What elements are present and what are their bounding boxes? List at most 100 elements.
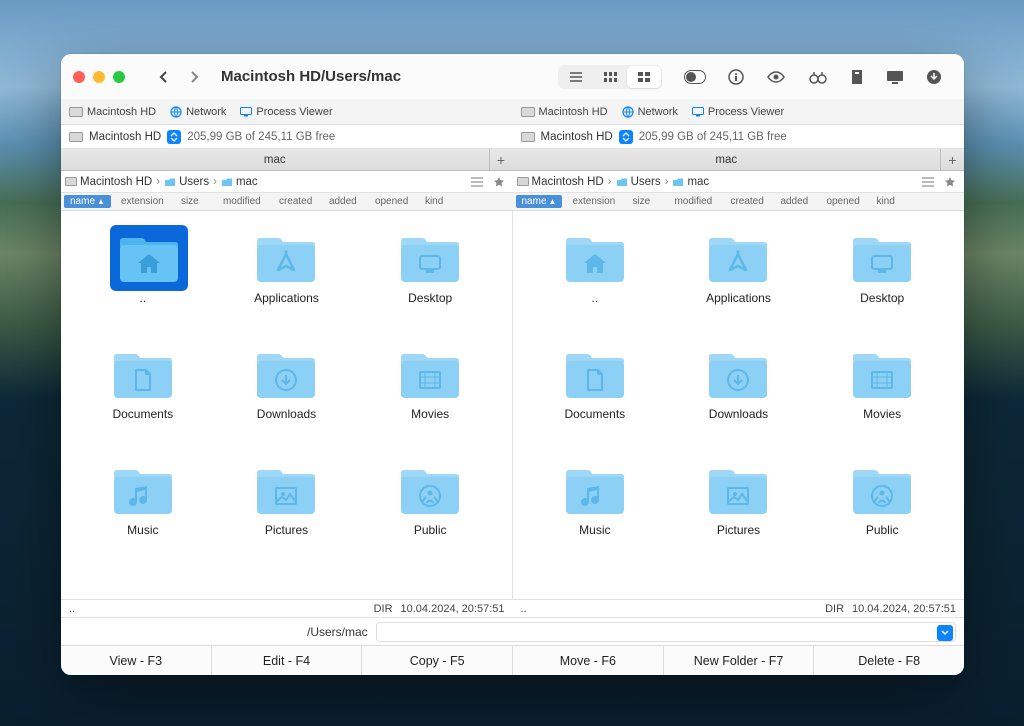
folder-item-documents[interactable]: Documents bbox=[523, 343, 667, 459]
folder-icon bbox=[253, 463, 319, 517]
folder-item-desktop[interactable]: Desktop bbox=[358, 227, 502, 343]
list-icon[interactable] bbox=[467, 177, 487, 187]
column-headers-left: name▲ extension size modified created ad… bbox=[61, 193, 513, 210]
folder-item-downloads[interactable]: Downloads bbox=[215, 343, 359, 459]
breadcrumb-left: Macintosh HD› Users› mac bbox=[61, 171, 513, 192]
folder-item-music[interactable]: Music bbox=[523, 459, 667, 575]
move-button[interactable]: Move - F6 bbox=[513, 646, 664, 675]
breadcrumb-item[interactable]: Users bbox=[616, 176, 661, 188]
folder-item-[interactable]: .. bbox=[523, 227, 667, 343]
folder-item-[interactable]: .. bbox=[71, 227, 215, 343]
col-extension[interactable]: extension bbox=[562, 196, 622, 207]
folder-icon bbox=[849, 463, 915, 517]
col-opened[interactable]: opened bbox=[365, 196, 415, 207]
binoculars-icon[interactable] bbox=[808, 70, 828, 84]
back-button[interactable] bbox=[151, 65, 175, 89]
path-input[interactable] bbox=[376, 622, 956, 642]
fav-network[interactable]: Network bbox=[170, 106, 226, 118]
list-icon[interactable] bbox=[918, 177, 938, 187]
volume-selector-icon[interactable] bbox=[619, 130, 633, 144]
breadcrumb-item[interactable]: Users bbox=[164, 176, 209, 188]
status-right: ..DIR10.04.2024, 20:57:51 bbox=[513, 600, 965, 617]
folder-item-public[interactable]: Public bbox=[358, 459, 502, 575]
view-mode-toggles bbox=[558, 65, 662, 89]
tab-left[interactable]: mac+ bbox=[61, 149, 513, 170]
breadcrumb-item[interactable]: Macintosh HD bbox=[65, 176, 152, 188]
folder-item-pictures[interactable]: Pictures bbox=[215, 459, 359, 575]
info-icon[interactable] bbox=[728, 69, 744, 85]
minimize-button[interactable] bbox=[93, 71, 105, 83]
list-view-button[interactable] bbox=[559, 66, 593, 88]
add-tab-button[interactable]: + bbox=[940, 149, 964, 170]
star-icon[interactable] bbox=[940, 176, 960, 188]
column-view-button[interactable] bbox=[593, 66, 627, 88]
col-created[interactable]: created bbox=[720, 196, 770, 207]
folder-item-documents[interactable]: Documents bbox=[71, 343, 215, 459]
add-tab-button[interactable]: + bbox=[489, 149, 513, 170]
folder-item-pictures[interactable]: Pictures bbox=[667, 459, 811, 575]
col-modified[interactable]: modified bbox=[213, 196, 269, 207]
volume-selector-icon[interactable] bbox=[167, 130, 181, 144]
fav-macintosh-hd[interactable]: Macintosh HD bbox=[69, 106, 156, 118]
free-space: 205,99 GB of 245,11 GB free bbox=[187, 131, 335, 143]
close-button[interactable] bbox=[73, 71, 85, 83]
folder-item-movies[interactable]: Movies bbox=[358, 343, 502, 459]
col-size[interactable]: size bbox=[171, 196, 213, 207]
toggle-switch-icon[interactable] bbox=[684, 70, 706, 84]
folder-item-public[interactable]: Public bbox=[810, 459, 954, 575]
col-kind[interactable]: kind bbox=[415, 196, 451, 207]
folder-item-movies[interactable]: Movies bbox=[810, 343, 954, 459]
col-kind[interactable]: kind bbox=[866, 196, 902, 207]
col-name[interactable]: name▲ bbox=[64, 195, 111, 208]
fav-process-viewer[interactable]: Process Viewer bbox=[240, 106, 332, 118]
path-dropdown-icon[interactable] bbox=[937, 625, 953, 641]
col-extension[interactable]: extension bbox=[111, 196, 171, 207]
col-added[interactable]: added bbox=[319, 196, 365, 207]
breadcrumb-item[interactable]: mac bbox=[672, 176, 709, 188]
volume-left[interactable]: Macintosh HD 205,99 GB of 245,11 GB free bbox=[61, 125, 513, 148]
col-modified[interactable]: modified bbox=[664, 196, 720, 207]
volume-right[interactable]: Macintosh HD 205,99 GB of 245,11 GB free bbox=[513, 125, 965, 148]
folder-item-desktop[interactable]: Desktop bbox=[810, 227, 954, 343]
breadcrumb-item[interactable]: Macintosh HD bbox=[517, 176, 604, 188]
hd-icon bbox=[69, 107, 83, 117]
col-opened[interactable]: opened bbox=[816, 196, 866, 207]
folder-item-applications[interactable]: Applications bbox=[215, 227, 359, 343]
fav-network[interactable]: Network bbox=[622, 106, 678, 118]
folder-icon bbox=[253, 231, 319, 285]
download-icon[interactable] bbox=[926, 69, 942, 85]
folder-item-music[interactable]: Music bbox=[71, 459, 215, 575]
icon-view-button[interactable] bbox=[627, 66, 661, 88]
forward-button[interactable] bbox=[183, 65, 207, 89]
view-button[interactable]: View - F3 bbox=[61, 646, 212, 675]
edit-button[interactable]: Edit - F4 bbox=[212, 646, 363, 675]
globe-icon bbox=[170, 106, 182, 118]
star-icon[interactable] bbox=[489, 176, 509, 188]
eye-icon[interactable] bbox=[766, 70, 786, 84]
folder-icon bbox=[397, 463, 463, 517]
new-folder-button[interactable]: New Folder - F7 bbox=[664, 646, 815, 675]
folder-item-downloads[interactable]: Downloads bbox=[667, 343, 811, 459]
maximize-button[interactable] bbox=[113, 71, 125, 83]
file-grid-right: .. Applications Desktop Documents Downlo… bbox=[523, 227, 954, 593]
tab-label: mac bbox=[513, 154, 941, 166]
tab-right[interactable]: mac+ bbox=[513, 149, 965, 170]
file-manager-window: Macintosh HD/Users/mac Macintosh HD Netw… bbox=[61, 54, 964, 675]
globe-icon bbox=[622, 106, 634, 118]
col-name[interactable]: name▲ bbox=[516, 195, 563, 208]
breadcrumb-right: Macintosh HD› Users› mac bbox=[513, 171, 965, 192]
fav-process-viewer[interactable]: Process Viewer bbox=[692, 106, 784, 118]
col-added[interactable]: added bbox=[770, 196, 816, 207]
breadcrumb-item[interactable]: mac bbox=[221, 176, 258, 188]
folder-icon bbox=[253, 347, 319, 401]
path-bar: /Users/mac bbox=[61, 617, 964, 645]
display-icon[interactable] bbox=[886, 70, 904, 84]
col-size[interactable]: size bbox=[622, 196, 664, 207]
copy-button[interactable]: Copy - F5 bbox=[362, 646, 513, 675]
folder-item-applications[interactable]: Applications bbox=[667, 227, 811, 343]
archive-icon[interactable] bbox=[850, 69, 864, 85]
delete-button[interactable]: Delete - F8 bbox=[814, 646, 964, 675]
col-created[interactable]: created bbox=[269, 196, 319, 207]
fav-macintosh-hd[interactable]: Macintosh HD bbox=[521, 106, 608, 118]
hd-icon bbox=[69, 132, 83, 142]
